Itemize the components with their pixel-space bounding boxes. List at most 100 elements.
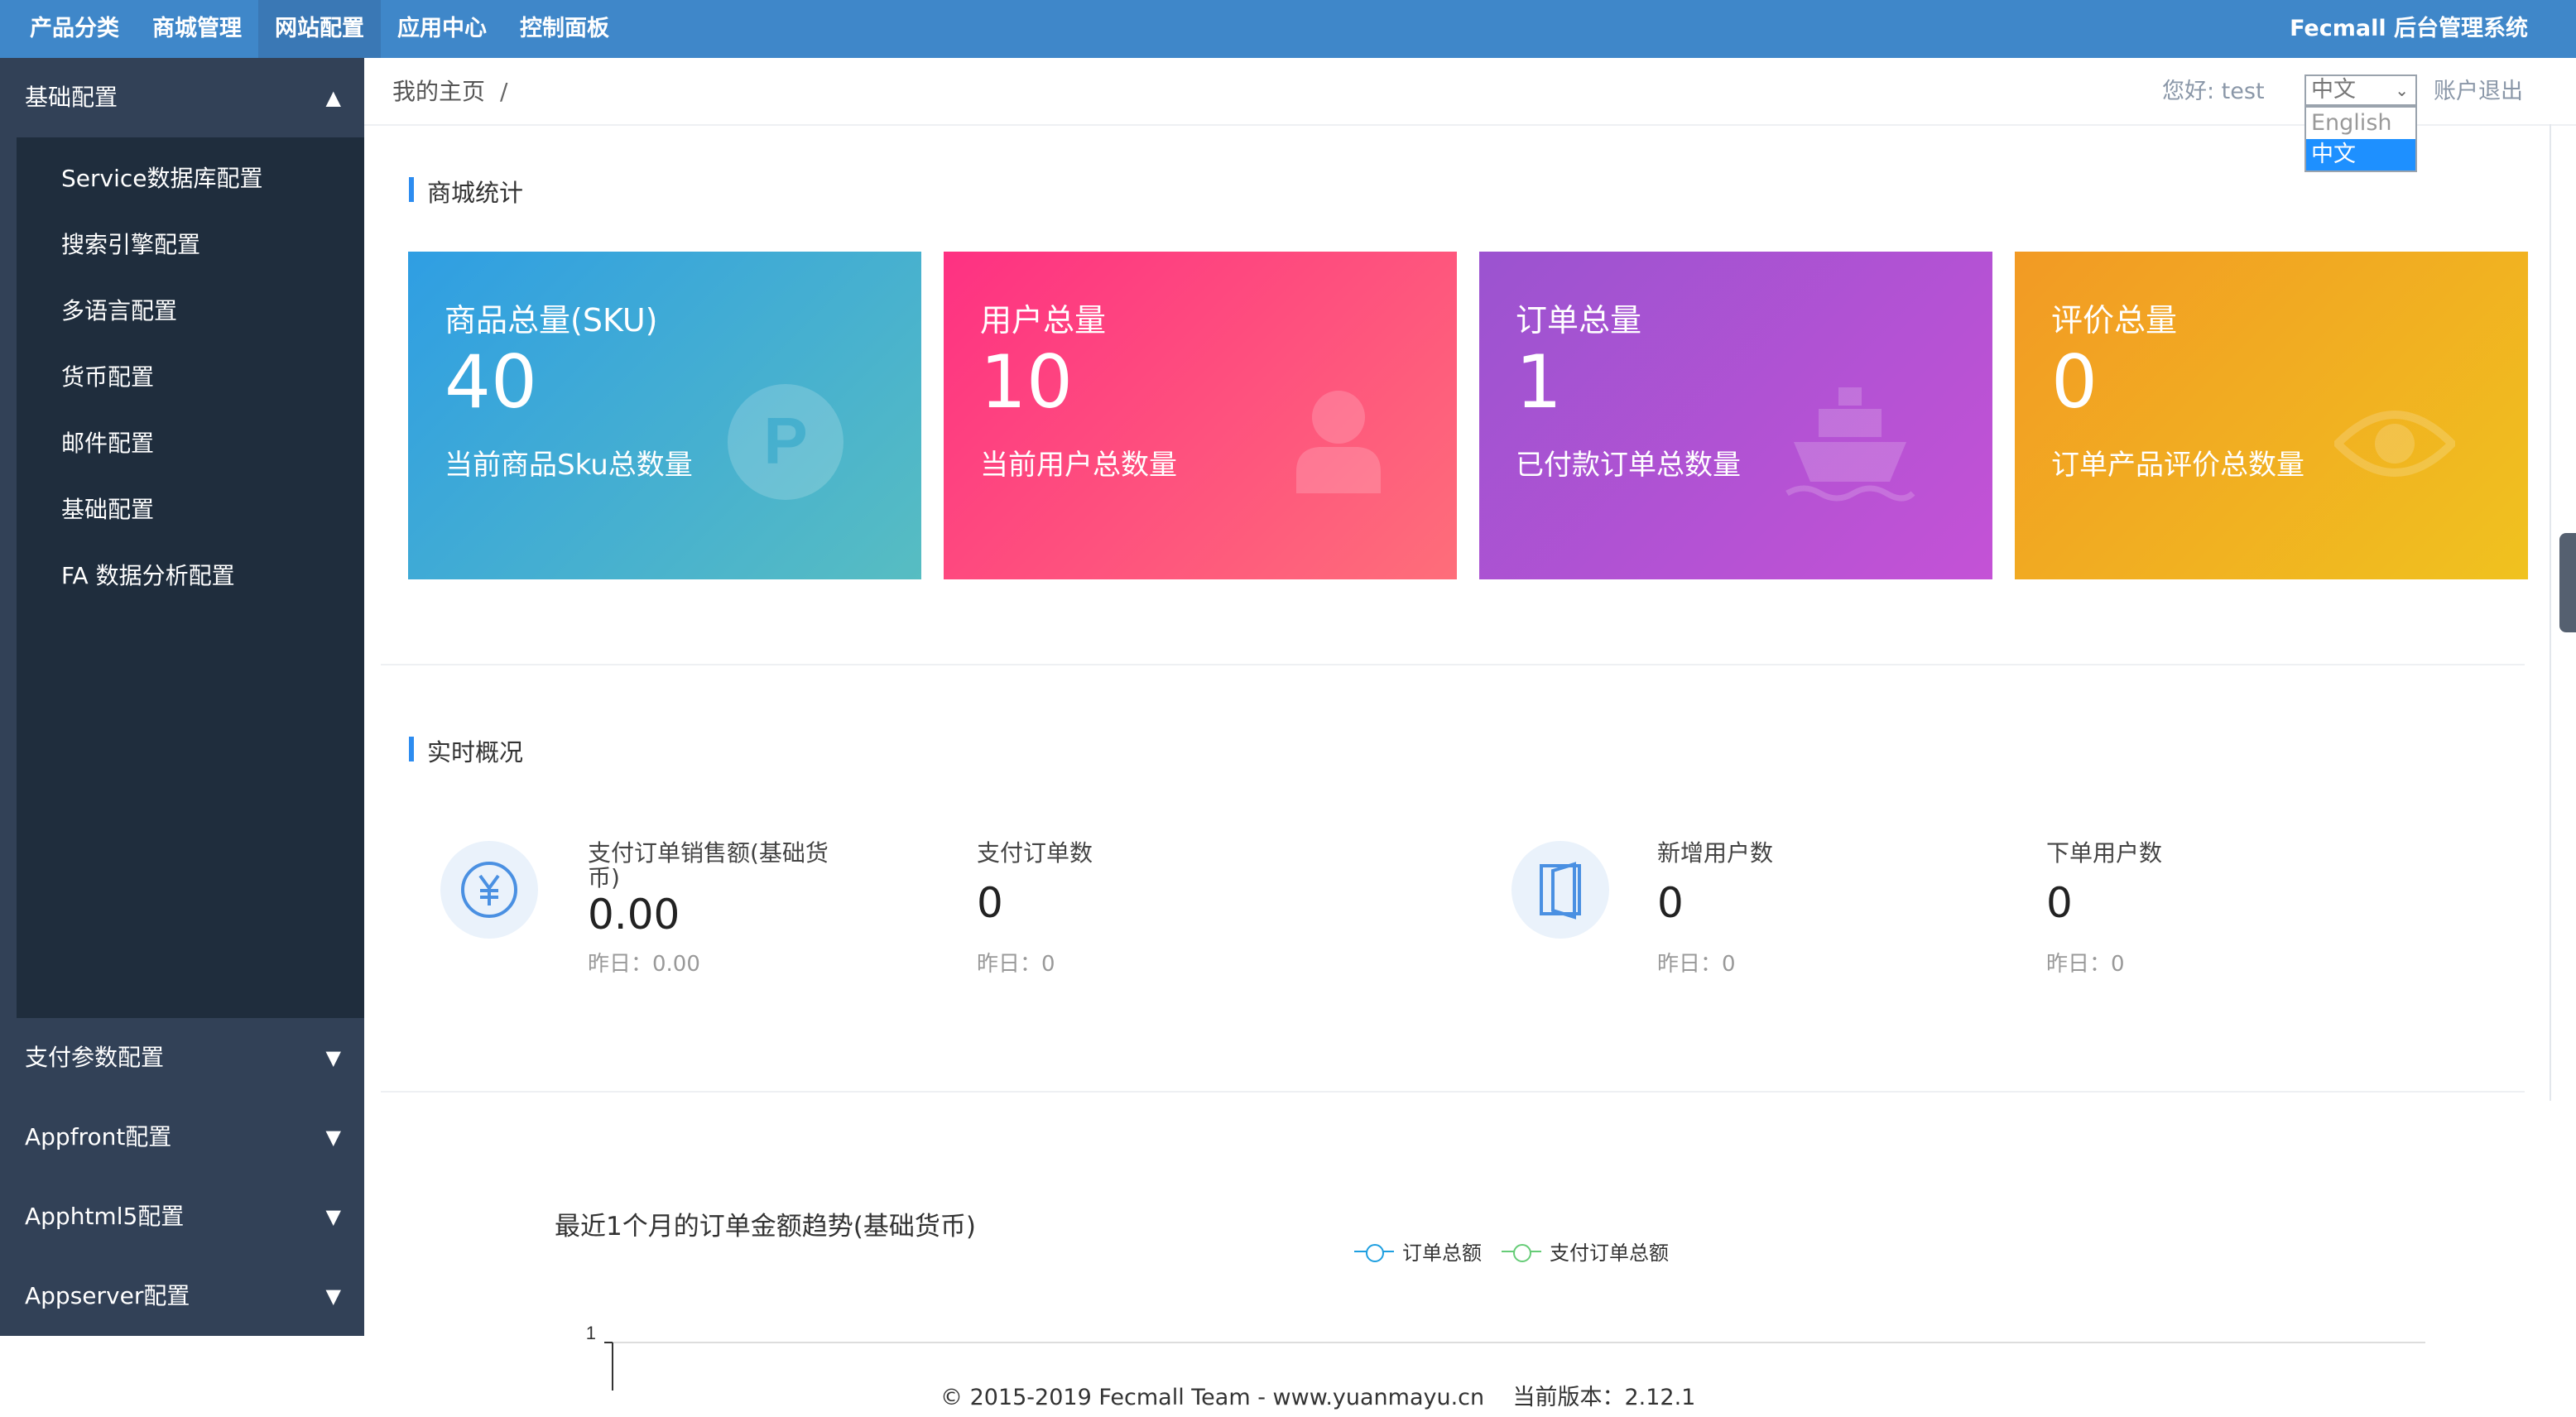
language-option-chinese[interactable]: 中文 [2306, 139, 2415, 171]
sidebar-group-appserver[interactable]: Appserver配置 ▼ [0, 1256, 364, 1336]
top-nav: 产品分类 商城管理 网站配置 应用中心 控制面板 [0, 0, 626, 58]
stat-card-value: 10 [980, 339, 1073, 425]
sidebar-item-fa-analytics[interactable]: FA 数据分析配置 [17, 543, 364, 609]
breadcrumb: 我的主页 / [392, 58, 507, 126]
user-icon [1296, 391, 1381, 493]
sidebar-group-label: 支付参数配置 [25, 1044, 165, 1071]
metric-yesterday-new-users: 昨日：0 [1657, 952, 1736, 977]
stat-card-title: 商品总量(SKU) [445, 302, 658, 339]
sidebar-group-label: 基础配置 [25, 84, 118, 111]
sidebar: 基础配置 ▲ Service数据库配置 搜索引擎配置 多语言配置 货币配置 邮件… [0, 58, 364, 1336]
metric-label-paid-orders: 支付订单数 [977, 839, 1093, 867]
sidebar-item-service-db[interactable]: Service数据库配置 [17, 146, 364, 212]
sidebar-group-payment[interactable]: 支付参数配置 ▼ [0, 1018, 364, 1098]
section-divider [381, 1091, 2525, 1093]
stat-card-value: 40 [445, 339, 537, 425]
nav-app-center[interactable]: 应用中心 [381, 0, 503, 58]
caret-down-icon: ▼ [325, 1126, 341, 1149]
sidebar-submenu: Service数据库配置 搜索引擎配置 多语言配置 货币配置 邮件配置 基础配置… [17, 137, 364, 1018]
side-scroll-handle[interactable] [2559, 533, 2576, 632]
chevron-down-icon: ⌄ [2395, 80, 2409, 100]
realtime-icon-bg [1511, 841, 1609, 939]
legend-label: 订单总额 [1402, 1242, 1482, 1265]
nav-control-panel[interactable]: 控制面板 [503, 0, 626, 58]
realtime-icon-bg [440, 841, 538, 939]
footer-copyright: © 2015-2019 Fecmall Team - www.yuanmayu.… [940, 1385, 1485, 1410]
ship-icon [1785, 387, 1915, 502]
sidebar-item-basic[interactable]: 基础配置 [17, 477, 364, 543]
metric-value-sales: 0.00 [588, 891, 680, 939]
sidebar-item-search-engine[interactable]: 搜索引擎配置 [17, 212, 364, 278]
sidebar-sub-indent [0, 137, 17, 1018]
eye-icon [2334, 411, 2455, 477]
metric-value-new-users: 0 [1657, 879, 1684, 927]
user-greeting: 您好: test [2162, 79, 2265, 104]
legend-label: 支付订单总额 [1550, 1242, 1669, 1265]
legend-marker [1502, 1242, 1541, 1262]
nav-site-config[interactable]: 网站配置 [258, 0, 381, 58]
stat-card-reviews: 评价总量 0 订单产品评价总数量 [2015, 252, 2528, 579]
metric-value-paid-orders: 0 [977, 879, 1003, 927]
caret-down-icon: ▼ [325, 1205, 341, 1228]
language-dropdown: English 中文 [2304, 106, 2417, 172]
language-select[interactable]: 中文 ⌄ [2304, 74, 2417, 106]
language-selected-value: 中文 [2311, 77, 2356, 103]
realtime-section-title: 实时概况 [409, 733, 523, 768]
door-icon [1540, 862, 1581, 920]
stat-card-title: 订单总量 [1516, 302, 1642, 339]
caret-down-icon: ▼ [325, 1285, 341, 1308]
sidebar-item-mail[interactable]: 邮件配置 [17, 411, 364, 477]
top-navbar: 产品分类 商城管理 网站配置 应用中心 控制面板 Fecmall 后台管理系统 [0, 0, 2576, 58]
sidebar-group-label: Appserver配置 [25, 1282, 190, 1309]
brand-title: Fecmall 后台管理系统 [2290, 16, 2528, 41]
stats-section-title: 商城统计 [409, 174, 523, 209]
stat-card-desc: 已付款订单总数量 [1516, 449, 1741, 482]
sidebar-group-label: Apphtml5配置 [25, 1203, 185, 1230]
legend-marker [1354, 1242, 1394, 1262]
stat-card-users: 用户总量 10 当前用户总数量 [944, 252, 1457, 579]
caret-up-icon: ▲ [325, 86, 341, 109]
sidebar-group-label: Appfront配置 [25, 1123, 172, 1150]
metric-yesterday-sales: 昨日：0.00 [588, 952, 700, 977]
metric-value-ordering-users: 0 [2046, 879, 2073, 927]
logout-link[interactable]: 账户退出 [2434, 58, 2523, 126]
breadcrumb-separator: / [500, 78, 508, 105]
legend-item-paid-total[interactable]: 支付订单总额 [1502, 1237, 1669, 1266]
stat-card-orders: 订单总量 1 已付款订单总数量 [1479, 252, 1992, 579]
nav-mall-management[interactable]: 商城管理 [136, 0, 258, 58]
breadcrumb-home[interactable]: 我的主页 [392, 78, 485, 105]
sidebar-group-basic-config[interactable]: 基础配置 ▲ [0, 58, 364, 137]
metric-label-sales: 支付订单销售额(基础货币) [588, 839, 829, 891]
line-chart: 1 [586, 1323, 2425, 1391]
svg-text:P: P [763, 404, 807, 478]
sidebar-group-appfront[interactable]: Appfront配置 ▼ [0, 1098, 364, 1177]
stat-card-desc: 订单产品评价总数量 [2051, 449, 2304, 482]
metric-label-new-users: 新增用户数 [1657, 839, 1774, 867]
chart-title: 最近1个月的订单金额趋势(基础货币) [555, 1212, 976, 1242]
parking-icon: P [728, 384, 843, 500]
stat-card-sku: 商品总量(SKU) 40 当前商品Sku总数量 P [408, 252, 921, 579]
header-bar: 我的主页 / 您好: test 中文 ⌄ English 中文 账户退出 [364, 58, 2576, 172]
content-border [2550, 124, 2551, 1101]
stat-card-value: 1 [1516, 339, 1562, 425]
stat-card-value: 0 [2051, 339, 2098, 425]
nav-product-category[interactable]: 产品分类 [0, 0, 136, 58]
chart-y-tick-label: 1 [586, 1323, 596, 1343]
stat-card-desc: 当前用户总数量 [980, 449, 1177, 482]
footer-version: 当前版本：2.12.1 [1512, 1385, 1696, 1410]
language-option-english[interactable]: English [2306, 108, 2415, 139]
metric-yesterday-paid-orders: 昨日：0 [977, 952, 1055, 977]
sidebar-group-apphtml5[interactable]: Apphtml5配置 ▼ [0, 1177, 364, 1256]
caret-down-icon: ▼ [325, 1046, 341, 1069]
sidebar-item-multilang[interactable]: 多语言配置 [17, 278, 364, 344]
stat-card-title: 用户总量 [980, 302, 1107, 339]
legend-item-order-total[interactable]: 订单总额 [1354, 1237, 1482, 1266]
stat-card-title: 评价总量 [2051, 302, 2178, 339]
metric-label-ordering-users: 下单用户数 [2046, 839, 2163, 867]
metric-yesterday-ordering-users: 昨日：0 [2046, 952, 2125, 977]
stat-card-desc: 当前商品Sku总数量 [445, 449, 693, 482]
sidebar-item-currency[interactable]: 货币配置 [17, 344, 364, 411]
yen-icon [461, 862, 517, 918]
footer: © 2015-2019 Fecmall Team - www.yuanmayu.… [940, 1379, 1695, 1411]
section-divider [381, 664, 2525, 665]
